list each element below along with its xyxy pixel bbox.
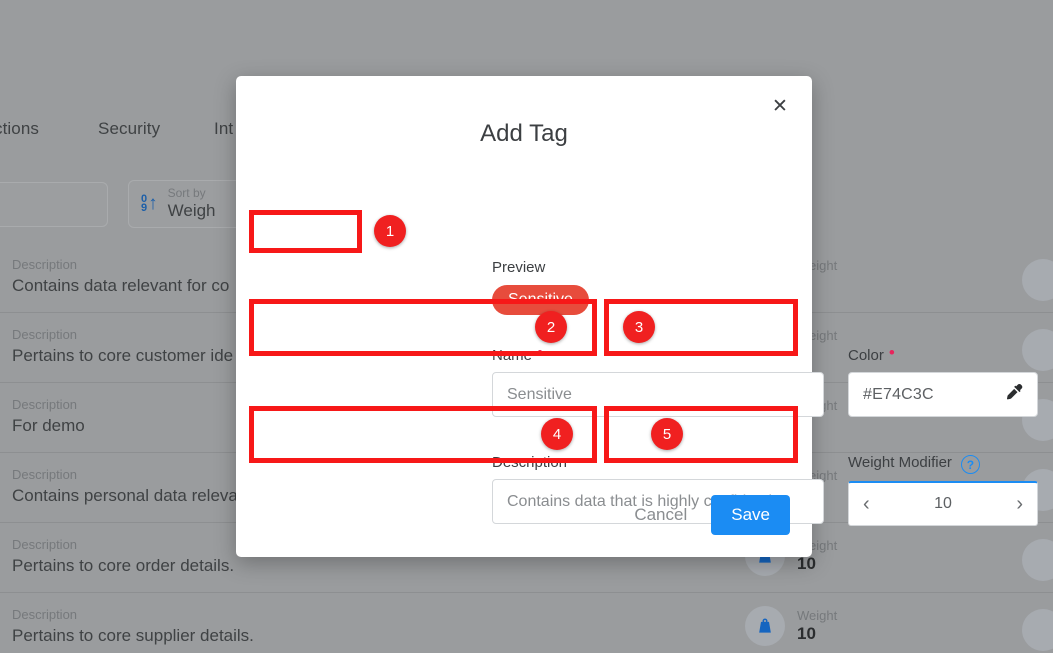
row-description-label: Description (12, 537, 78, 552)
row-weight: Weight 10 (745, 606, 837, 646)
avatar (1022, 259, 1053, 301)
dialog-footer: Cancel Save (628, 495, 790, 535)
table-row[interactable]: Description Pertains to core supplier de… (0, 593, 1053, 653)
sort-by-label: Sort by (167, 186, 206, 201)
eyedropper-icon[interactable] (1005, 382, 1025, 407)
weight-icon (745, 606, 785, 646)
required-indicator: • (537, 343, 543, 362)
avatar (1022, 609, 1053, 651)
sort-arrow-up-icon: ↑ (148, 193, 158, 214)
color-label-text: Color (848, 347, 884, 364)
description-label-text: Description (492, 454, 568, 471)
required-indicator: • (888, 343, 895, 362)
sort-by-value: Weigh (167, 201, 216, 221)
name-field-group: Name • Sensitive (492, 343, 824, 417)
color-label: Color • (848, 343, 1038, 365)
save-button[interactable]: Save (711, 495, 790, 535)
preview-section: Preview Sensitive (492, 259, 589, 315)
weight-modifier-stepper[interactable]: ‹ 10 › (848, 481, 1038, 526)
row-description-label: Description (12, 257, 78, 272)
name-color-row: Name • Sensitive Color • #E74C3C (492, 343, 1038, 417)
weight-modifier-label-text: Weight Modifier (848, 454, 952, 471)
row-weight-value: 10 (797, 623, 816, 643)
search-input[interactable] (0, 182, 108, 227)
name-label: Name • (492, 343, 824, 365)
close-icon[interactable]: ✕ (766, 92, 794, 120)
screenshot-root: ctions Security Int 0 9 ↑ Sort by Weigh … (0, 0, 1053, 653)
name-input[interactable]: Sensitive (492, 372, 824, 417)
tab-integrations[interactable]: Int (214, 119, 233, 139)
row-description-label: Description (12, 397, 78, 412)
tab-security[interactable]: Security (98, 119, 160, 139)
row-description-value: For demo (12, 416, 85, 435)
row-description: Description Contains data relevant for c… (12, 256, 229, 297)
row-description-value: Contains data relevant for co (12, 276, 230, 295)
color-field-group: Color • #E74C3C (848, 343, 1038, 417)
tag-preview-chip: Sensitive (492, 285, 589, 315)
cancel-button[interactable]: Cancel (628, 497, 693, 533)
preview-label: Preview (492, 259, 546, 276)
description-label: Description (492, 454, 824, 472)
row-description-label: Description (12, 327, 78, 342)
color-input[interactable]: #E74C3C (848, 372, 1038, 417)
name-label-text: Name (492, 347, 533, 364)
weight-modifier-group: Weight Modifier ? ‹ 10 › (848, 454, 1038, 526)
page-title: Add Tag (480, 120, 568, 147)
row-description-value: Pertains to core customer ide (12, 346, 234, 365)
sort-digit-bottom: 9 (141, 202, 148, 214)
tab-collections[interactable]: ctions (0, 119, 39, 139)
stepper-value: 10 (934, 495, 952, 512)
sort-numeric-ascending-icon: 0 9 ↑ (141, 193, 158, 214)
color-hex-value: #E74C3C (863, 385, 934, 403)
row-weight-label: Weight (797, 607, 838, 623)
row-description: Description Pertains to core customer id… (12, 326, 233, 367)
row-description: Description For demo (12, 396, 85, 437)
add-tag-dialog: ✕ Add Tag Preview Sensitive Name • Sensi… (236, 76, 1038, 557)
row-description: Description Pertains to core supplier de… (12, 606, 254, 647)
row-description: Description Pertains to core order detai… (12, 536, 234, 577)
row-description-value: Contains personal data releva (12, 486, 238, 505)
row-description-value: Pertains to core order details. (12, 556, 235, 575)
weight-modifier-label: Weight Modifier ? (848, 454, 1038, 474)
row-description-label: Description (12, 467, 78, 482)
stepper-increment-button[interactable]: › (1016, 494, 1023, 514)
help-circle-icon[interactable]: ? (960, 455, 980, 474)
row-description-value: Pertains to core supplier details. (12, 626, 254, 645)
stepper-decrement-button[interactable]: ‹ (863, 494, 870, 514)
row-description-label: Description (12, 607, 78, 622)
row-description: Description Contains personal data relev… (12, 466, 238, 507)
avatar (1022, 539, 1053, 581)
